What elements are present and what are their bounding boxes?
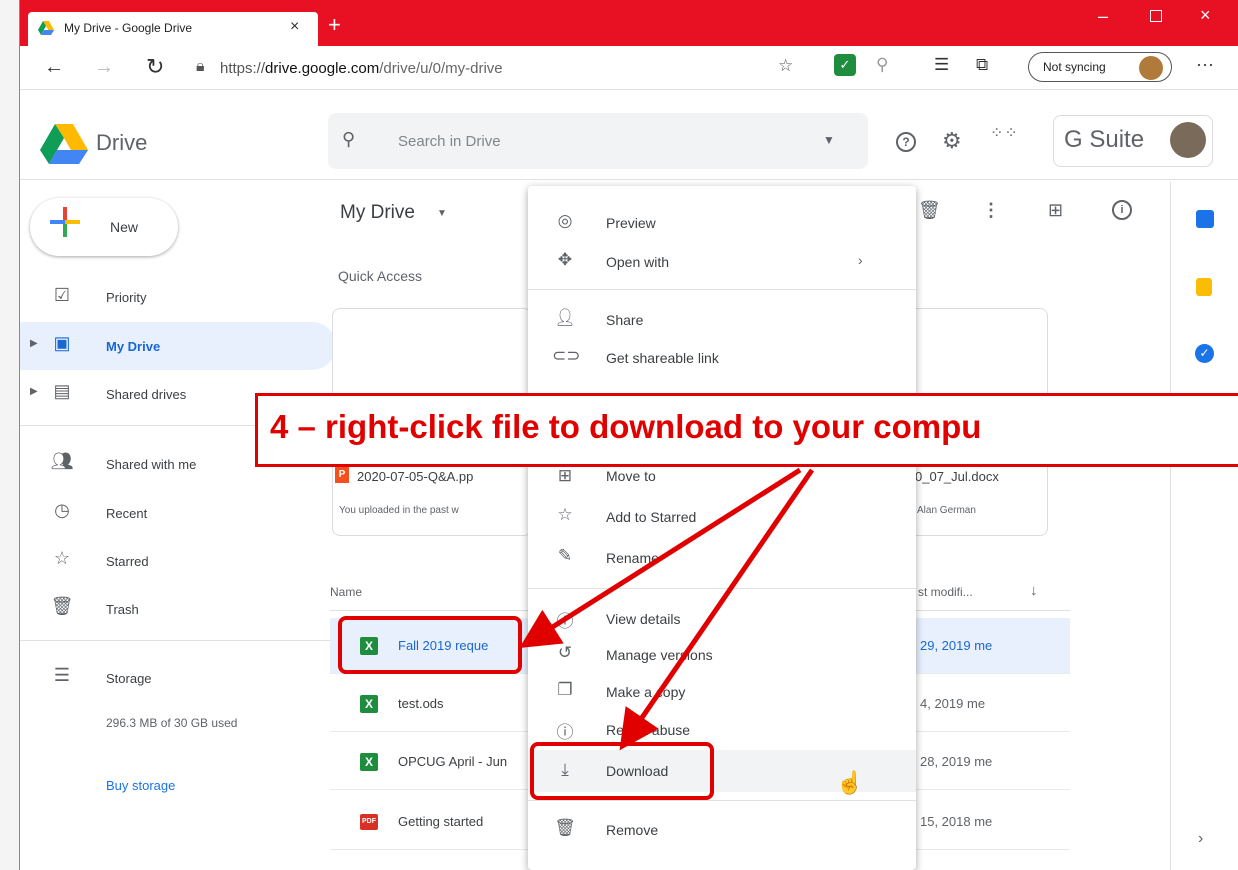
annotation-arrows: [519, 467, 815, 751]
arrow-to-file: [519, 467, 802, 649]
screenshot-stage: My Drive - Google Drive × + – × ← → ↻ 🔒︎…: [0, 0, 1238, 870]
arrow-to-download: [619, 468, 815, 751]
